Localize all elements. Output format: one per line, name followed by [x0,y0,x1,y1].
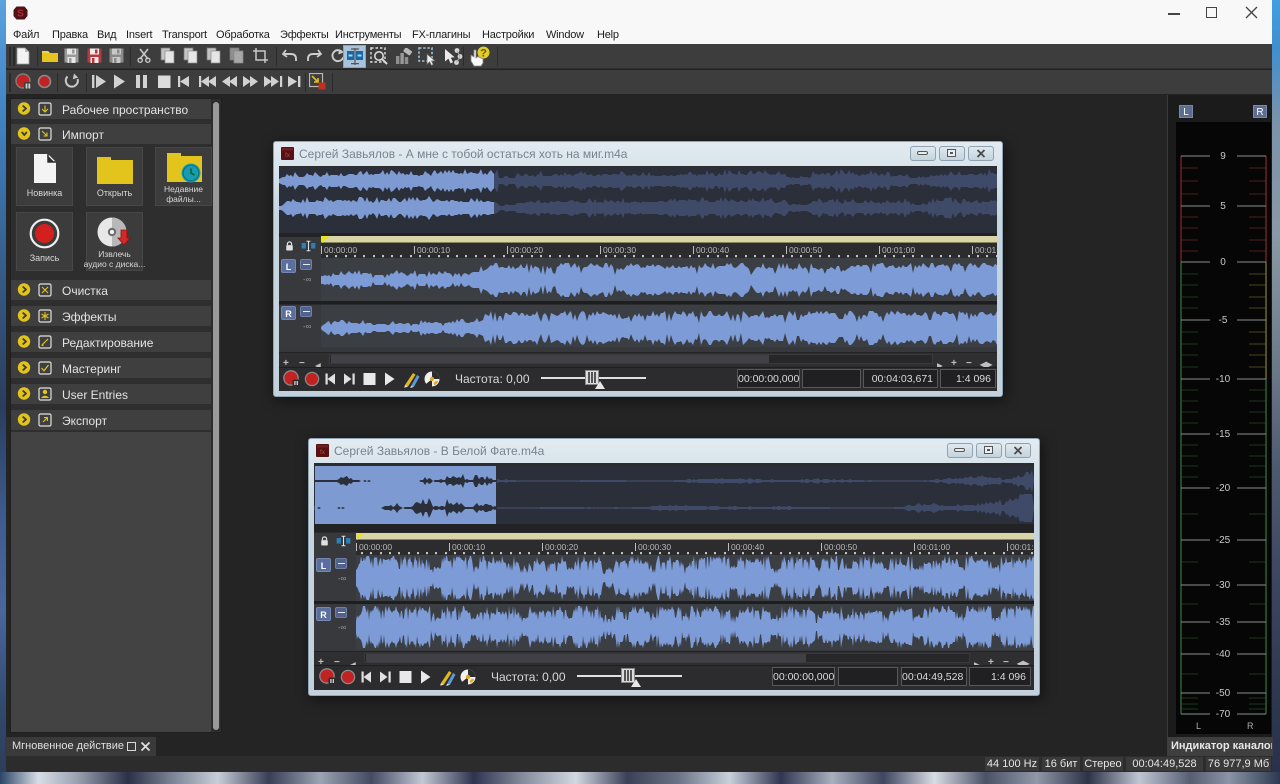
svg-text:L: L [1196,721,1201,731]
svg-text:-40: -40 [1216,649,1231,660]
svg-text:-15: -15 [1216,429,1231,440]
svg-text:-10: -10 [1216,374,1231,385]
svg-text:S: S [17,9,24,20]
svg-text:-30: -30 [1216,580,1231,591]
svg-text:-20: -20 [1216,483,1231,494]
svg-text:fx: fx [320,449,326,456]
svg-text:5: 5 [1220,201,1226,212]
svg-text:-70: -70 [1216,709,1231,720]
svg-text:0: 0 [1220,257,1226,268]
svg-text:-25: -25 [1216,535,1231,546]
svg-text:-5: -5 [1219,315,1228,326]
svg-text:-50: -50 [1216,688,1231,699]
svg-text:fx: fx [285,152,291,159]
svg-text:R: R [1247,721,1254,731]
svg-text:-35: -35 [1216,617,1231,628]
svg-text:9: 9 [1220,151,1226,162]
